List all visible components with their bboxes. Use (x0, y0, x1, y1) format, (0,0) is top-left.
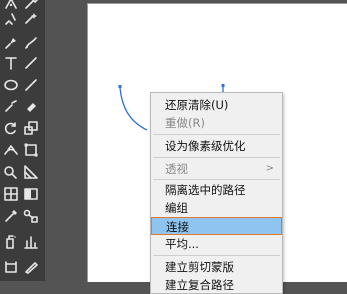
ellipse-tool-icon[interactable] (2, 77, 20, 93)
pen-tool-icon[interactable] (2, 35, 20, 51)
symbol-sprayer-tool-icon[interactable] (2, 234, 20, 250)
menu-item-group[interactable]: 编组 (151, 199, 282, 217)
free-transform-tool-icon[interactable] (22, 142, 40, 158)
menu-item-isolate-path[interactable]: 隔离选中的路径 (151, 181, 282, 199)
perspective-grid-tool-icon[interactable] (22, 164, 40, 180)
eyedropper-tool-icon[interactable] (2, 208, 20, 224)
direct-selection-tool-icon[interactable] (2, 11, 20, 27)
menu-item-pixel-perfect[interactable]: 设为像素级优化 (151, 137, 282, 155)
menu-separator (153, 134, 280, 135)
width-tool-icon[interactable] (2, 142, 20, 158)
shape-builder-tool-icon[interactable] (2, 164, 20, 180)
curvature-tool-icon[interactable] (22, 35, 40, 51)
chevron-right-icon: > (265, 163, 274, 174)
menu-item-join[interactable]: 连接 (151, 217, 282, 235)
menu-separator (153, 157, 280, 158)
scale-tool-icon[interactable] (22, 120, 40, 136)
menu-separator (153, 179, 280, 180)
type-tool-icon[interactable] (2, 55, 20, 71)
eyedropper-tool-icon[interactable] (22, 0, 40, 11)
workspace-gutter (45, 0, 87, 281)
artboard-tool-icon[interactable] (2, 259, 20, 275)
tools-panel (0, 0, 46, 281)
menu-item-average[interactable]: 平均... (151, 235, 282, 253)
eraser-tool-icon[interactable] (22, 98, 40, 114)
pen-tool-icon[interactable] (2, 0, 20, 11)
line-segment-tool-icon[interactable] (22, 55, 40, 71)
menu-item-undo-clear[interactable]: 还原清除(U) (151, 96, 282, 114)
menu-item-perspective[interactable]: 透视 > (151, 160, 282, 178)
slice-tool-icon[interactable] (22, 259, 40, 275)
menu-item-redo[interactable]: 重做(R) (151, 114, 282, 132)
column-graph-tool-icon[interactable] (22, 234, 40, 250)
menu-item-make-compound-path[interactable]: 建立复合路径 (151, 276, 282, 294)
shaper-tool-icon[interactable] (2, 98, 20, 114)
paintbrush-tool-icon[interactable] (22, 77, 40, 93)
blend-tool-icon[interactable] (22, 208, 40, 224)
rotate-tool-icon[interactable] (2, 120, 20, 136)
context-menu: 还原清除(U) 重做(R) 设为像素级优化 透视 > 隔离选中的路径 编组 连接… (150, 92, 283, 294)
menu-separator (153, 255, 280, 256)
menu-item-make-clipping-mask[interactable]: 建立剪切蒙版 (151, 258, 282, 276)
gradient-tool-icon[interactable] (22, 186, 40, 202)
mesh-tool-icon[interactable] (2, 186, 20, 202)
magic-wand-tool-icon[interactable] (22, 11, 40, 27)
